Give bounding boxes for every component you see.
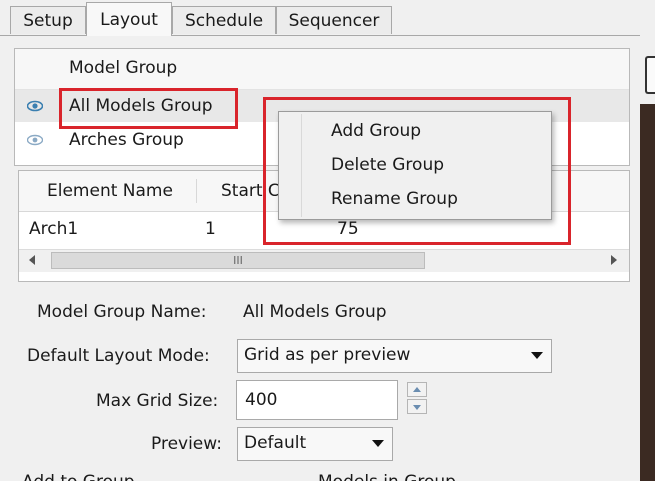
model-group-header: Model Group: [15, 49, 629, 90]
spin-down-button[interactable]: [407, 399, 427, 414]
max-grid-size-input[interactable]: 400: [236, 380, 398, 420]
tab-label: Setup: [23, 11, 73, 31]
cut-off-labels: Add to Group Models in Group: [0, 468, 640, 481]
tab-bar: Setup Layout Schedule Sequencer: [0, 0, 640, 36]
tab-layout[interactable]: Layout: [86, 2, 172, 36]
preview-toggle-button[interactable]: [645, 56, 655, 94]
model-group-name-label: Model Group Name:: [37, 302, 207, 322]
tab-label: Schedule: [184, 11, 264, 31]
cell-element-name: Arch1: [29, 219, 79, 239]
highlight-box-menu: [263, 97, 571, 245]
chevron-down-icon: [413, 405, 421, 410]
preview-image: [640, 104, 655, 481]
default-layout-mode-dropdown[interactable]: Grid as per preview: [237, 339, 552, 373]
models-in-group-label: Models in Group: [318, 472, 456, 481]
visibility-eye-icon[interactable]: [27, 133, 43, 147]
visibility-eye-icon[interactable]: [27, 99, 43, 113]
chevron-down-icon: [372, 440, 384, 447]
add-to-group-label: Add to Group: [22, 472, 135, 481]
preview-label: Preview:: [151, 434, 222, 454]
scroll-thumb[interactable]: III: [51, 252, 425, 269]
column-divider[interactable]: [196, 179, 197, 203]
highlight-box-group: [59, 88, 238, 129]
chevron-up-icon: [413, 387, 421, 392]
spin-up-button[interactable]: [407, 382, 427, 397]
tab-schedule[interactable]: Schedule: [172, 6, 276, 34]
default-layout-mode-label: Default Layout Mode:: [27, 346, 210, 366]
tab-label: Sequencer: [288, 11, 380, 31]
tab-label: Layout: [100, 10, 158, 30]
model-group-column-header[interactable]: Model Group: [69, 58, 177, 78]
max-grid-size-label: Max Grid Size:: [96, 391, 219, 411]
dropdown-value: Default: [244, 433, 307, 453]
scroll-left-icon[interactable]: [29, 255, 35, 265]
horizontal-scrollbar[interactable]: III: [19, 249, 629, 272]
chevron-down-icon: [531, 352, 543, 359]
cell-start: 1: [205, 219, 216, 239]
scroll-right-icon[interactable]: [611, 255, 617, 265]
scroll-grip: III: [233, 254, 243, 267]
model-group-name-value: All Models Group: [243, 302, 387, 322]
tab-sequencer[interactable]: Sequencer: [276, 6, 392, 34]
tab-setup[interactable]: Setup: [10, 6, 86, 34]
input-value: 400: [245, 390, 278, 410]
preview-dropdown[interactable]: Default: [237, 427, 393, 461]
dropdown-value: Grid as per preview: [244, 345, 411, 365]
column-header-element-name[interactable]: Element Name: [47, 181, 173, 201]
